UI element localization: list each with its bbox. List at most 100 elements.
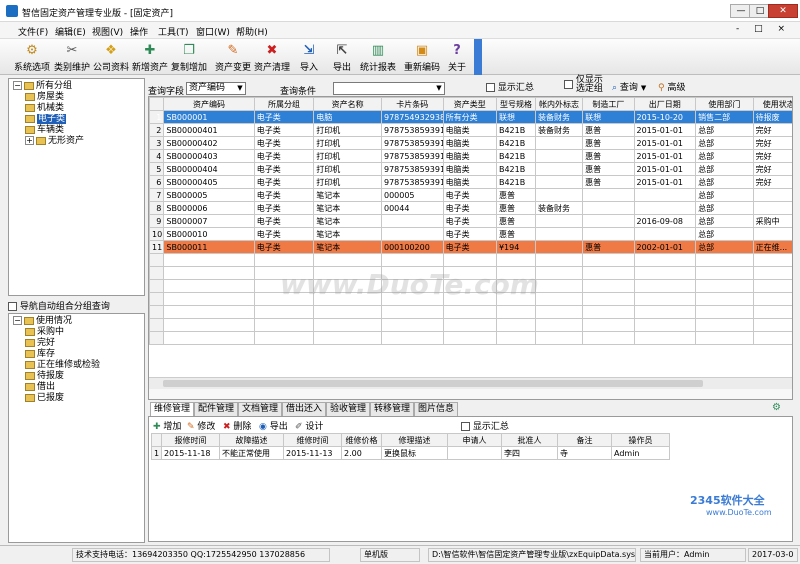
table-cell[interactable]: 2015-01-01 xyxy=(633,123,697,137)
table-cell[interactable]: SB000011 xyxy=(163,240,255,254)
table-cell[interactable] xyxy=(633,227,697,241)
table-cell[interactable]: 000100200 xyxy=(380,240,444,254)
tab-documents[interactable]: 文档管理 xyxy=(238,402,283,416)
table-cell[interactable]: SB000006 xyxy=(163,201,255,215)
category-maintenance-button[interactable]: ✂ 类别维护 xyxy=(53,39,91,75)
usage-node[interactable]: 库存 xyxy=(13,349,143,360)
table-cell[interactable]: 销售二部 xyxy=(695,110,754,124)
copy-add-button[interactable]: ❐ 复制增加 xyxy=(170,39,208,75)
import-button[interactable]: ⇲ 导入 xyxy=(294,39,324,75)
menu-help[interactable]: 帮助(H) xyxy=(236,25,268,38)
table-cell[interactable]: 电子类 xyxy=(253,175,315,189)
column-header[interactable]: 卡片条码 xyxy=(380,97,444,111)
tab-pictures[interactable]: 图片信息 xyxy=(414,402,459,416)
about-button[interactable]: ? 关于 xyxy=(443,39,471,75)
table-cell[interactable]: 电脑 xyxy=(313,110,382,124)
table-cell[interactable] xyxy=(534,227,584,241)
collapse-icon[interactable]: − xyxy=(13,81,22,90)
tab-lend-return[interactable]: 借出还入 xyxy=(282,402,327,416)
table-cell[interactable]: 总部 xyxy=(695,188,754,202)
tab-repair[interactable]: 维修管理 xyxy=(150,402,195,416)
table-cell[interactable]: 惠普 xyxy=(495,201,536,215)
table-cell[interactable]: 电子类 xyxy=(253,110,315,124)
column-header[interactable]: 型号规格 xyxy=(495,97,536,111)
table-cell[interactable]: 电子类 xyxy=(253,149,315,163)
table-cell[interactable] xyxy=(582,214,635,228)
usage-node[interactable]: 完好 xyxy=(13,338,143,349)
table-cell[interactable]: 9787538593914 xyxy=(380,175,444,189)
table-cell[interactable]: 总部 xyxy=(695,201,754,215)
table-cell[interactable]: 笔记本 xyxy=(313,214,382,228)
table-cell[interactable] xyxy=(534,188,584,202)
design-button[interactable]: ✐ 设计 xyxy=(295,419,323,432)
table-cell[interactable]: 装备财务 xyxy=(534,110,584,124)
table-cell[interactable]: 完好 xyxy=(752,162,792,176)
tree-node-intangible[interactable]: + 无形资产 xyxy=(13,136,143,147)
auto-group-checkbox[interactable] xyxy=(8,302,17,311)
table-cell[interactable]: 电脑类 xyxy=(442,175,497,189)
table-cell[interactable]: 000005 xyxy=(380,188,444,202)
table-cell[interactable] xyxy=(380,214,444,228)
table-cell[interactable]: 2015-01-01 xyxy=(633,149,697,163)
table-cell[interactable]: 联想 xyxy=(495,110,536,124)
table-cell[interactable]: 00044 xyxy=(380,201,444,215)
table-cell[interactable]: 9787538593914 xyxy=(380,149,444,163)
tab-acceptance[interactable]: 验收管理 xyxy=(326,402,371,416)
table-cell[interactable]: 惠普 xyxy=(582,175,635,189)
tree-node-building[interactable]: 房屋类 xyxy=(13,92,143,103)
table-cell[interactable]: 更换鼠标 xyxy=(381,446,448,460)
table-cell[interactable]: 2015-01-01 xyxy=(633,162,697,176)
table-cell[interactable]: 电脑类 xyxy=(442,123,497,137)
only-selected-toggle[interactable]: 仅显示 选定组 xyxy=(564,76,603,94)
table-cell[interactable]: 电子类 xyxy=(253,227,315,241)
only-selected-checkbox[interactable] xyxy=(564,80,573,89)
show-total-checkbox[interactable] xyxy=(486,83,495,92)
table-cell[interactable]: 打印机 xyxy=(313,123,382,137)
table-cell[interactable]: 电子类 xyxy=(442,227,497,241)
table-cell[interactable]: 总部 xyxy=(695,214,754,228)
table-cell[interactable]: 总部 xyxy=(695,136,754,150)
table-row[interactable]: 7 SB000005 电子类 笔记本 000005 电子类 惠普 总部 xyxy=(149,188,792,202)
table-cell[interactable]: 惠普 xyxy=(495,214,536,228)
table-cell[interactable] xyxy=(447,446,502,460)
table-cell[interactable]: 装备财务 xyxy=(534,123,584,137)
table-cell[interactable]: 完好 xyxy=(752,175,792,189)
column-header[interactable]: 批准人 xyxy=(501,433,558,447)
menu-operation[interactable]: 操作 xyxy=(130,25,148,38)
table-row[interactable]: 4SB00000403电子类打印机9787538593914电脑类B421B 惠普… xyxy=(149,149,792,163)
table-cell[interactable]: 惠普 xyxy=(582,149,635,163)
table-cell[interactable]: 不能正常使用 xyxy=(219,446,284,460)
table-cell[interactable]: 2002-01-01 xyxy=(633,240,697,254)
table-cell[interactable]: 打印机 xyxy=(313,149,382,163)
table-cell[interactable] xyxy=(534,214,584,228)
table-cell[interactable]: Admin xyxy=(611,446,670,460)
table-cell[interactable]: 正在维... xyxy=(752,240,792,254)
table-cell[interactable]: 笔记本 xyxy=(313,201,382,215)
company-info-button[interactable]: ❖ 公司资料 xyxy=(92,39,130,75)
table-cell[interactable]: 采购中 xyxy=(752,214,792,228)
column-header[interactable]: 制造工厂 xyxy=(582,97,635,111)
column-header[interactable]: 维修时间 xyxy=(283,433,342,447)
table-row[interactable]: 8 SB000006 电子类 笔记本 00044 电子类 惠普 装备财务 总部 xyxy=(149,201,792,215)
table-cell[interactable]: 寺 xyxy=(557,446,612,460)
table-cell[interactable]: 电子类 xyxy=(253,214,315,228)
add-button[interactable]: ✚ 增加 xyxy=(153,419,181,432)
table-cell[interactable] xyxy=(534,136,584,150)
table-cell[interactable]: 笔记本 xyxy=(313,240,382,254)
column-header[interactable]: 帐内外标志 xyxy=(534,97,584,111)
column-header[interactable]: 使用部门 xyxy=(695,97,754,111)
column-header[interactable]: 资产编码 xyxy=(163,97,255,111)
table-cell[interactable]: 2015-11-18 xyxy=(161,446,220,460)
table-cell[interactable] xyxy=(582,188,635,202)
collapse-icon[interactable]: − xyxy=(13,316,22,325)
table-cell[interactable]: 电子类 xyxy=(442,240,497,254)
panel-settings-icon[interactable]: ⚙ xyxy=(772,402,781,413)
table-cell[interactable]: SB000007 xyxy=(163,214,255,228)
table-cell[interactable] xyxy=(380,227,444,241)
table-cell[interactable]: 联想 xyxy=(582,110,635,124)
tab-parts[interactable]: 配件管理 xyxy=(194,402,239,416)
column-header[interactable]: 报修时间 xyxy=(161,433,220,447)
query-button[interactable]: ⌕ 查询 ▼ xyxy=(612,80,646,93)
table-cell[interactable] xyxy=(582,227,635,241)
table-cell[interactable]: 所有分类 xyxy=(442,110,497,124)
